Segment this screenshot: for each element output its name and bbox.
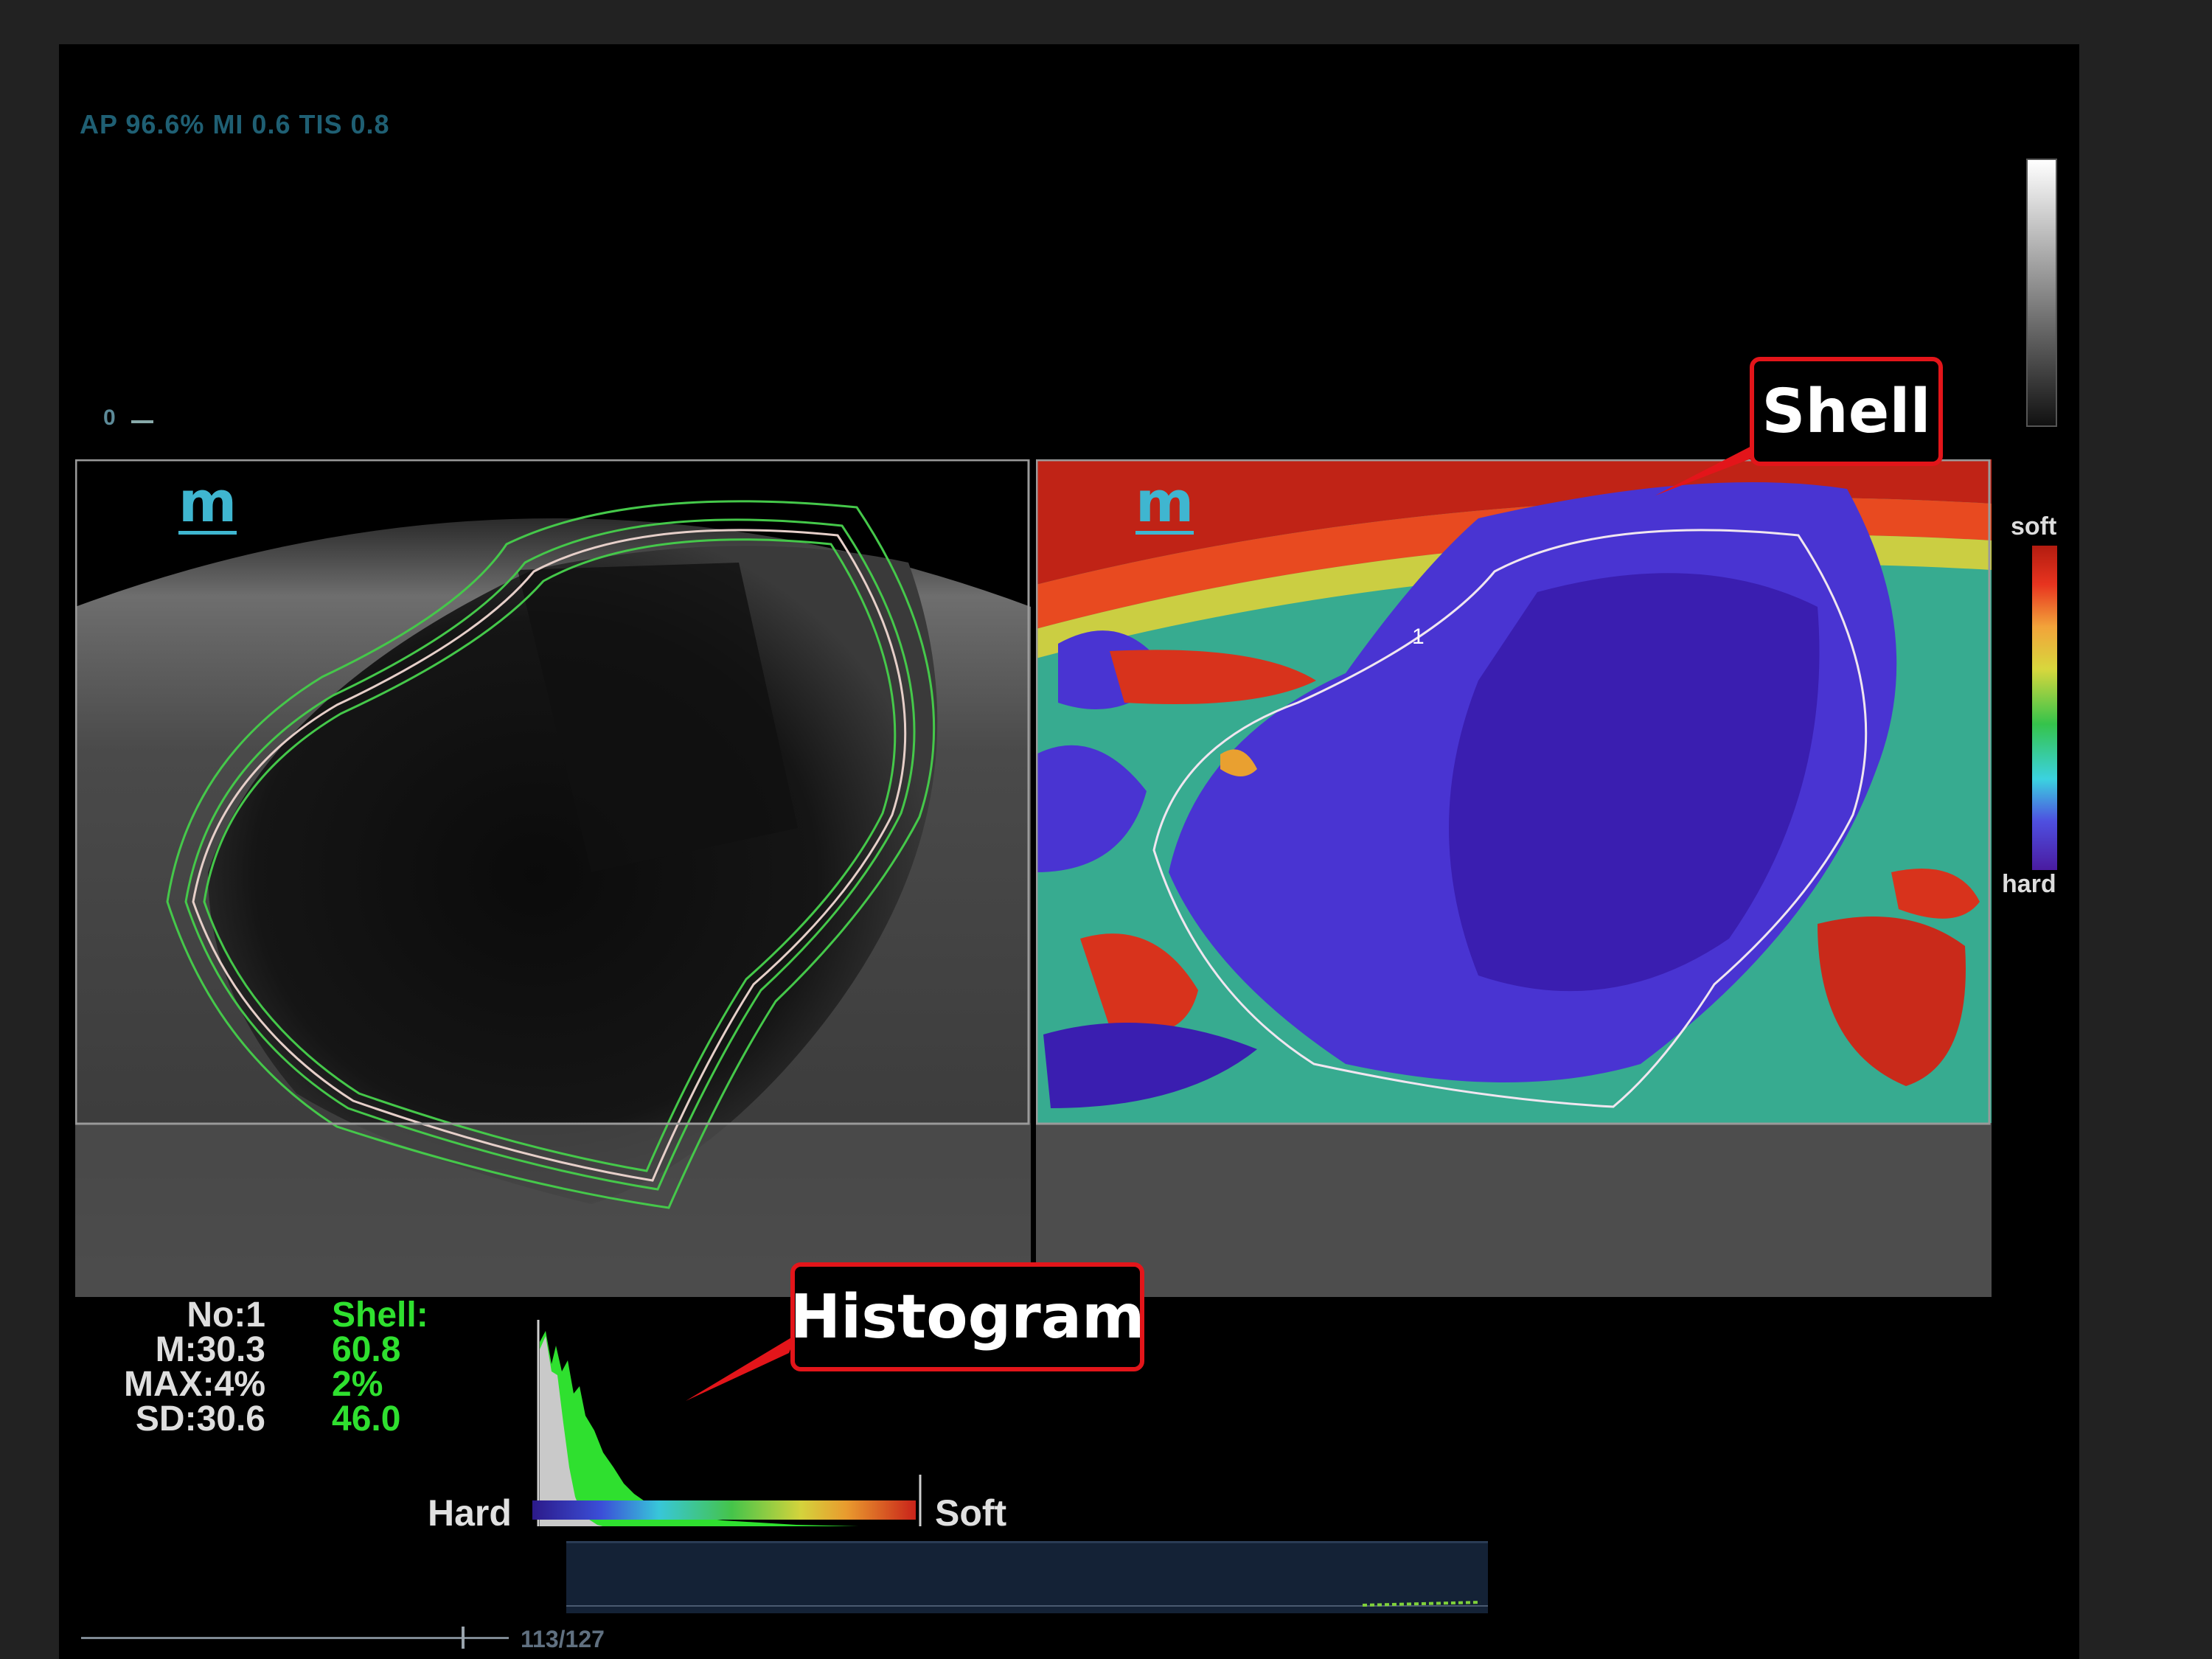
elasto-m-logo: m: [1135, 469, 1194, 535]
cine-frame-counter: 113/127: [521, 1626, 605, 1652]
roi-stats-white: No:1 M:30.3 MAX:4% SD:30.6: [123, 1295, 265, 1439]
histogram-color-scale: [532, 1500, 916, 1520]
roi-number-marker: 1: [1412, 625, 1425, 649]
shell-callout: Shell: [1750, 357, 1943, 466]
elastography-panel: 1 m: [1036, 459, 1992, 1297]
depth-marker: 0: [103, 406, 116, 430]
elastography-image: 1: [1036, 459, 1992, 1297]
histogram-hard-label: Hard: [428, 1492, 512, 1534]
bmode-m-logo: m: [178, 469, 237, 535]
bmode-image: [75, 459, 1031, 1297]
acoustic-params: AP 96.6% MI 0.6 TIS 0.8: [80, 109, 390, 139]
grayscale-bar: [2026, 159, 2057, 427]
color-bar-hard-label: hard: [2002, 870, 2056, 898]
depth-marker-tick: [131, 420, 153, 423]
histogram-soft-label: Soft: [935, 1492, 1007, 1534]
cine-timeline-trace: [566, 1601, 1488, 1607]
cine-scrollbar[interactable]: [81, 1627, 509, 1649]
elasticity-color-bar: [2032, 546, 2057, 870]
color-bar-soft-label: soft: [2011, 512, 2057, 540]
cine-timeline[interactable]: [566, 1541, 1488, 1613]
roi-stats-shell: Shell: 60.8 2% 46.0: [332, 1295, 428, 1439]
histogram-callout: Histogram: [790, 1262, 1145, 1371]
bmode-panel: m: [75, 459, 1031, 1297]
ultrasound-screen: AP 96.6% MI 0.6 TIS 0.8 0 m 1 m soft har…: [59, 44, 2079, 1659]
cine-scrollbar-knob[interactable]: [462, 1627, 465, 1649]
